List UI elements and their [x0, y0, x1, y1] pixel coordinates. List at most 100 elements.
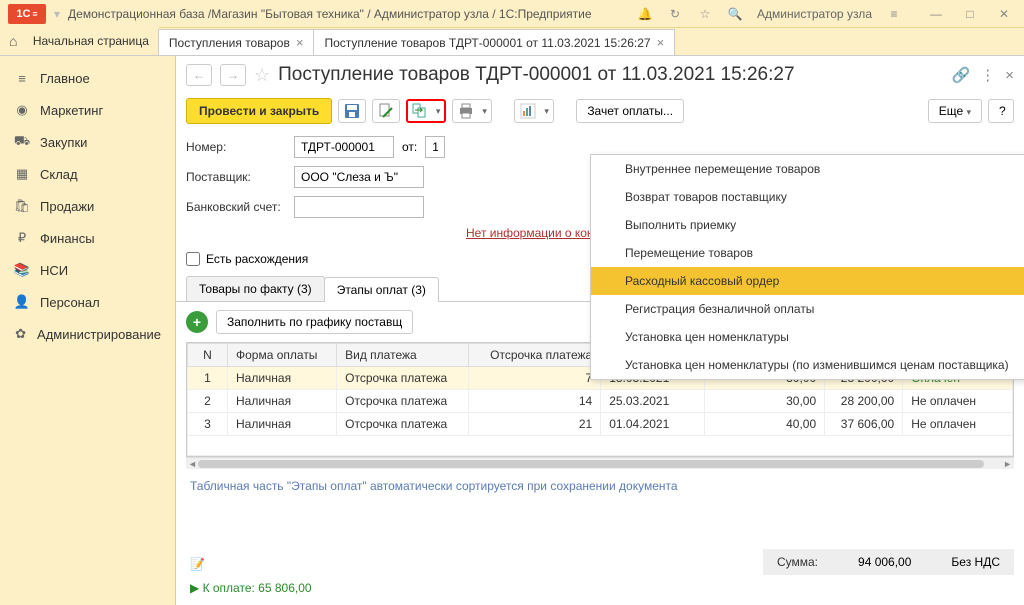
sidebar-item-label: Продажи: [40, 199, 94, 214]
save-button[interactable]: [338, 99, 366, 123]
sidebar-item-marketing[interactable]: ◉ Маркетинг: [0, 94, 175, 126]
sidebar-item-sales[interactable]: 🛍 Продажи: [0, 190, 175, 222]
marketing-icon: ◉: [14, 102, 30, 118]
bank-input[interactable]: [294, 196, 424, 218]
col-form[interactable]: Форма оплаты: [228, 344, 337, 367]
favorite-icon[interactable]: ☆: [254, 65, 270, 86]
sidebar-item-finance[interactable]: ₽Финансы: [0, 222, 175, 254]
window-close[interactable]: ✕: [992, 4, 1016, 24]
search-icon[interactable]: 🔍: [727, 6, 743, 22]
menu-item[interactable]: Перемещение товаров: [591, 239, 1024, 267]
sidebar-item-label: Закупки: [40, 135, 87, 150]
table-row[interactable]: 2НаличнаяОтсрочка платежа1425.03.202130,…: [188, 390, 1013, 413]
subtab-payments[interactable]: Этапы оплат (3): [324, 277, 439, 302]
bell-icon[interactable]: 🔔: [637, 6, 653, 22]
horizontal-scrollbar[interactable]: ◄ ►: [186, 457, 1014, 469]
scroll-left-icon[interactable]: ◄: [188, 459, 197, 469]
sidebar-item-label: Склад: [40, 167, 78, 182]
tab-close-icon[interactable]: ×: [296, 35, 304, 50]
sidebar-item-label: Персонал: [40, 295, 100, 310]
history-icon[interactable]: ↻: [667, 6, 683, 22]
note-icon[interactable]: 📝: [190, 557, 205, 571]
menu-item[interactable]: Установка цен номенклатуры (по изменивши…: [591, 351, 1024, 379]
tab-home[interactable]: Начальная страница: [0, 27, 159, 55]
sidebar-item-admin[interactable]: ✿ Администрирование: [0, 318, 175, 350]
chevron-down-icon: ▾: [482, 106, 487, 117]
tab-close-icon[interactable]: ×: [657, 35, 665, 50]
supplier-label: Поставщик:: [186, 170, 286, 184]
scroll-thumb[interactable]: [198, 460, 984, 468]
col-n[interactable]: N: [188, 344, 228, 367]
link-icon[interactable]: 🔗: [952, 66, 971, 84]
sort-note: Табличная часть "Этапы оплат" автоматиче…: [176, 469, 1024, 503]
kebab-icon[interactable]: ⋮: [980, 66, 995, 84]
to-pay-link[interactable]: К оплате: 65 806,00: [203, 581, 312, 595]
tab-label: Поступление товаров ТДРТ-000001 от 11.03…: [324, 36, 650, 50]
menu-item[interactable]: Регистрация безналичной оплаты: [591, 295, 1024, 323]
sidebar-item-label: НСИ: [40, 263, 68, 278]
post-button[interactable]: [372, 99, 400, 123]
date-input[interactable]: [425, 136, 445, 158]
chevron-down-icon: ▾: [436, 106, 441, 117]
content-area: ← → ☆ Поступление товаров ТДРТ-000001 от…: [176, 56, 1024, 605]
document-arrow-icon: [412, 103, 428, 119]
logo-1c: 1C≡: [8, 4, 46, 24]
bag-icon: 🛍: [14, 198, 30, 214]
chart-icon: [520, 103, 536, 119]
user-label[interactable]: Администратор узла: [757, 7, 872, 21]
col-delay[interactable]: Отсрочка платежа: [469, 344, 601, 367]
number-label: Номер:: [186, 140, 286, 154]
subtab-goods[interactable]: Товары по факту (3): [186, 276, 325, 301]
sidebar-item-warehouse[interactable]: ▦Склад: [0, 158, 175, 190]
more-button[interactable]: Еще ▾: [928, 99, 982, 123]
print-button[interactable]: ▾: [452, 99, 492, 123]
sidebar-item-label: Финансы: [40, 231, 95, 246]
menu-item[interactable]: Расходный кассовый ордер: [591, 267, 1024, 295]
sidebar-item-nsi[interactable]: 📚 НСИ: [0, 254, 175, 286]
sum-label: Сумма:: [777, 555, 818, 569]
window-minimize[interactable]: —: [924, 4, 948, 24]
tab-label: Поступления товаров: [169, 36, 290, 50]
table-row[interactable]: 3НаличнаяОтсрочка платежа2101.04.202140,…: [188, 413, 1013, 436]
add-row-button[interactable]: +: [186, 311, 208, 333]
books-icon: 📚: [14, 262, 30, 278]
menu-icon: ≡: [14, 70, 30, 86]
close-icon[interactable]: ×: [1005, 67, 1014, 84]
tab-receipts-list[interactable]: Поступления товаров ×: [158, 29, 315, 55]
report-button[interactable]: ▾: [514, 99, 554, 123]
nav-forward[interactable]: →: [220, 64, 246, 86]
has-discrepancies-checkbox[interactable]: [186, 252, 200, 266]
sidebar-item-main[interactable]: ≡Главное: [0, 62, 175, 94]
menu-item[interactable]: Выполнить приемку: [591, 211, 1024, 239]
number-input[interactable]: [294, 136, 394, 158]
sidebar-item-label: Администрирование: [37, 327, 161, 342]
menu-icon[interactable]: ≡: [886, 6, 902, 22]
home-icon: [9, 33, 17, 49]
document-title: Поступление товаров ТДРТ-000001 от 11.03…: [278, 64, 794, 86]
sidebar-item-personnel[interactable]: 👤 Персонал: [0, 286, 175, 318]
fill-by-schedule-button[interactable]: Заполнить по графику поставщ: [216, 310, 413, 334]
from-label: от:: [402, 140, 417, 154]
offset-payment-button[interactable]: Зачет оплаты...: [576, 99, 684, 123]
menu-item[interactable]: Внутреннее перемещение товаров: [591, 155, 1024, 183]
post-and-close-button[interactable]: Провести и закрыть: [186, 98, 332, 124]
menu-item[interactable]: Возврат товаров поставщику: [591, 183, 1024, 211]
create-based-on-button[interactable]: ▾: [406, 99, 446, 123]
chevron-down-icon: ▾: [544, 106, 549, 117]
supplier-input[interactable]: [294, 166, 424, 188]
truck-icon: ⛟: [14, 134, 30, 150]
person-icon: 👤: [14, 294, 30, 310]
has-discrepancies-label: Есть расхождения: [206, 252, 308, 266]
gear-icon: ✿: [14, 326, 27, 342]
tab-receipt-doc[interactable]: Поступление товаров ТДРТ-000001 от 11.03…: [313, 29, 675, 55]
window-maximize[interactable]: □: [958, 4, 982, 24]
menu-item[interactable]: Установка цен номенклатуры: [591, 323, 1024, 351]
sidebar-item-purchases[interactable]: ⛟ Закупки: [0, 126, 175, 158]
col-type[interactable]: Вид платежа: [337, 344, 469, 367]
bank-label: Банковский счет:: [186, 200, 286, 214]
help-button[interactable]: ?: [988, 99, 1014, 123]
scroll-right-icon[interactable]: ►: [1003, 459, 1012, 469]
star-icon[interactable]: ☆: [697, 6, 713, 22]
nav-back[interactable]: ←: [186, 64, 212, 86]
sidebar-item-label: Маркетинг: [40, 103, 103, 118]
